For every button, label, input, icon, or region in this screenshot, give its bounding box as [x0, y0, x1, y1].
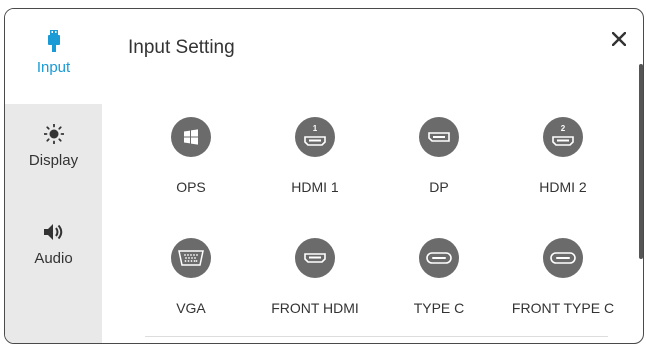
- source-label: TYPE C: [413, 300, 465, 316]
- displayport-icon: [428, 132, 450, 142]
- close-button[interactable]: [607, 27, 631, 51]
- source-hdmi1[interactable]: 1 HDMI 1: [255, 117, 375, 195]
- source-front-hdmi[interactable]: FRONT HDMI: [255, 238, 375, 316]
- source-icon-circle: [543, 238, 583, 278]
- source-icon-circle: [171, 117, 211, 157]
- source-badge: 1: [312, 124, 318, 133]
- divider: [145, 336, 608, 337]
- source-front-type-c[interactable]: FRONT TYPE C: [503, 238, 623, 316]
- source-dp[interactable]: DP: [379, 117, 499, 195]
- source-label: OPS: [176, 179, 206, 195]
- speaker-icon: [43, 220, 65, 244]
- source-icon-circle: [171, 238, 211, 278]
- vga-icon: [178, 250, 204, 266]
- close-icon: [612, 32, 626, 46]
- sidebar-item-label: Display: [28, 152, 79, 169]
- windows-icon: [184, 129, 198, 145]
- page-title: Input Setting: [128, 37, 235, 58]
- hdmi-icon: [552, 136, 574, 146]
- source-label: HDMI 2: [539, 179, 587, 195]
- source-badge: 2: [560, 124, 566, 133]
- source-icon-circle: 2: [543, 117, 583, 157]
- source-hdmi2[interactable]: 2 HDMI 2: [503, 117, 623, 195]
- source-ops[interactable]: OPS: [131, 117, 251, 195]
- source-vga[interactable]: VGA: [131, 238, 251, 316]
- source-icon-circle: 1: [295, 117, 335, 157]
- source-label: FRONT TYPE C: [511, 300, 615, 316]
- source-type-c[interactable]: TYPE C: [379, 238, 499, 316]
- source-label: VGA: [176, 300, 206, 316]
- source-icon-circle: [419, 117, 459, 157]
- settings-sidebar: Input Display Audio: [5, 9, 102, 343]
- sidebar-item-label: Input: [36, 59, 71, 76]
- sidebar-item-label: Audio: [34, 250, 73, 267]
- sidebar-item-input[interactable]: Input: [5, 9, 102, 104]
- hdmi-icon: [304, 253, 326, 263]
- sidebar-item-audio[interactable]: Audio: [5, 220, 102, 267]
- source-icon-circle: [295, 238, 335, 278]
- brightness-icon: [43, 122, 64, 146]
- input-setting-dialog: Input Display Audio Input Setting OPS 1 …: [4, 8, 644, 344]
- hdmi-icon: [304, 136, 326, 146]
- source-icon-circle: [419, 238, 459, 278]
- input-plug-icon: [47, 29, 61, 53]
- source-label: DP: [429, 179, 449, 195]
- usb-c-icon: [426, 252, 452, 264]
- sidebar-item-display[interactable]: Display: [5, 122, 102, 169]
- source-label: HDMI 1: [291, 179, 339, 195]
- source-label: FRONT HDMI: [271, 300, 359, 316]
- scrollbar[interactable]: [639, 64, 643, 259]
- usb-c-icon: [550, 252, 576, 264]
